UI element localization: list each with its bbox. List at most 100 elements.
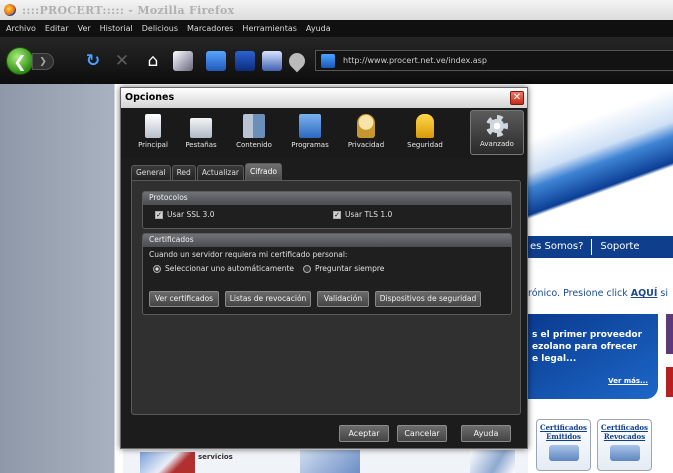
applications-icon [299,114,321,138]
tabs-icon [190,118,212,138]
page-image [300,450,360,473]
content-icon [243,114,265,138]
aqui-link[interactable]: AQUÍ [631,288,658,299]
tab-general[interactable]: General [131,165,171,180]
pane-seguridad[interactable]: Seguridad [399,110,451,155]
electronic-notice-tail: si [657,288,669,299]
promo-more-link[interactable]: Ver más... [608,377,648,385]
window-title: ::::PROCERT::::: - Mozilla Firefox [22,3,235,17]
revoked-certificate-icon [609,445,640,461]
toolbar-addon-button-2[interactable] [206,51,226,71]
page-image-2 [470,450,515,473]
promo-text: s el primer proveedor ezolano para ofrec… [532,330,643,364]
pane-privacidad[interactable]: Privacidad [343,110,389,155]
ssl-checkbox-box[interactable]: ✓ [155,210,163,219]
security-devices-button[interactable]: Dispositivos de seguridad [375,291,481,307]
electronic-notice-text: rónico. Presione click [528,288,631,299]
protocols-group: Protocolos ✓ Usar SSL 3.0 ✓ Usar TLS 1.0 [142,191,512,229]
navigation-toolbar: ❮ ❯ ↻ ✕ ⌂ http://www.procert.net.ve/inde… [0,37,673,84]
tab-actualizar[interactable]: Actualizar [196,165,245,180]
revocation-lists-button[interactable]: Listas de revocación [225,291,311,307]
dialog-title: Opciones [125,92,175,103]
view-certificates-button[interactable]: Ver certificados [149,291,219,307]
certificados-revocados-label: Certificados Revocados [601,423,648,441]
forward-button[interactable]: ❯ [32,53,54,70]
padlock-icon [416,114,434,138]
tls-label: Usar TLS 1.0 [345,210,393,219]
nav-separator [591,239,593,255]
pane-label: Avanzado [480,140,514,148]
radio-auto-select-dot[interactable] [153,264,161,273]
pane-label: Principal [138,141,168,149]
menu-historial[interactable]: Historial [100,24,133,33]
radio-auto-select[interactable]: Seleccionar uno automáticamente [153,264,294,273]
gear-icon [486,115,508,137]
options-dialog: Opciones ✕ Principal Pestañas Contenido … [120,87,528,449]
radio-ask-always-label: Preguntar siempre [315,264,385,273]
tab-red[interactable]: Red [171,165,196,180]
electronic-notice: rónico. Presione click AQUÍ si [528,288,668,299]
preference-panes: Principal Pestañas Contenido Programas P… [121,108,527,158]
services-label[interactable]: servicios [198,453,233,461]
pane-contenido[interactable]: Contenido [231,110,277,155]
stop-button[interactable]: ✕ [112,50,132,72]
cancel-button[interactable]: Cancelar [397,425,447,442]
pane-avanzado[interactable]: Avanzado [470,110,524,155]
privacy-mask-icon [357,114,375,138]
promo-side-image [666,314,673,354]
toolbar-addon-button-4[interactable] [262,51,282,71]
help-button[interactable]: Ayuda [461,425,511,442]
toolbar-addon-button-3[interactable] [235,51,255,71]
nav-quienes-somos[interactable]: es Somos? [528,236,583,258]
back-button[interactable]: ❮ [6,47,34,75]
validation-button[interactable]: Validación [317,291,369,307]
menu-ver[interactable]: Ver [78,24,91,33]
home-icon: ⌂ [147,51,159,71]
tab-cifrado[interactable]: Cifrado [245,163,283,180]
tls-checkbox-box[interactable]: ✓ [333,210,341,219]
promo-side-image-2 [666,367,673,397]
back-arrow-icon: ❮ [13,51,27,71]
certificados-emitidos-button[interactable]: Certificados Emitidos [536,419,591,471]
close-icon[interactable]: ✕ [510,91,524,105]
ssl-checkbox[interactable]: ✓ Usar SSL 3.0 [155,210,214,219]
menu-editar[interactable]: Editar [45,24,69,33]
pane-principal[interactable]: Principal [135,110,171,155]
site-favicon-icon [321,53,335,68]
firefox-logo-icon [4,4,16,16]
certificados-revocados-button[interactable]: Certificados Revocados [597,419,652,471]
accept-button[interactable]: Aceptar [339,425,389,442]
dialog-footer: Aceptar Cancelar Ayuda [121,418,527,448]
nav-soporte[interactable]: Soporte [598,236,639,258]
tag-icon[interactable] [285,49,309,73]
pane-pestanas[interactable]: Pestañas [179,110,223,155]
pane-label: Contenido [236,141,272,149]
menu-ayuda[interactable]: Ayuda [306,24,331,33]
menu-marcadores[interactable]: Marcadores [187,24,233,33]
menu-delicious[interactable]: Delicious [142,24,178,33]
site-banner [528,84,673,219]
site-top-nav: es Somos? Soporte [528,236,673,258]
address-bar[interactable]: http://www.procert.net.ve/index.asp [315,50,673,71]
radio-ask-always-dot[interactable] [303,264,311,273]
menu-archivo[interactable]: Archivo [6,24,36,33]
reload-button[interactable]: ↻ [83,50,103,72]
forward-arrow-icon: ❯ [39,56,47,67]
menu-herramientas[interactable]: Herramientas [242,24,297,33]
toolbar-addon-button-1[interactable] [173,51,193,71]
reload-icon: ↻ [85,51,101,71]
promo-box: s el primer proveedor ezolano para ofrec… [528,314,658,399]
pane-programas[interactable]: Programas [287,110,333,155]
pane-label: Pestañas [185,141,217,149]
protocols-header: Protocolos [143,192,511,205]
pane-label: Programas [291,141,329,149]
certificate-prompt: Cuando un servidor requiera mi certifica… [149,250,348,259]
stop-icon: ✕ [114,51,130,71]
pane-label: Seguridad [407,141,443,149]
home-button[interactable]: ⌂ [142,49,164,73]
tls-checkbox[interactable]: ✓ Usar TLS 1.0 [333,210,392,219]
radio-ask-always[interactable]: Preguntar siempre [303,264,384,273]
cifrado-panel: Protocolos ✓ Usar SSL 3.0 ✓ Usar TLS 1.0… [131,180,521,415]
address-url[interactable]: http://www.procert.net.ve/index.asp [343,56,487,65]
certificados-emitidos-label: Certificados Emitidos [540,423,587,441]
